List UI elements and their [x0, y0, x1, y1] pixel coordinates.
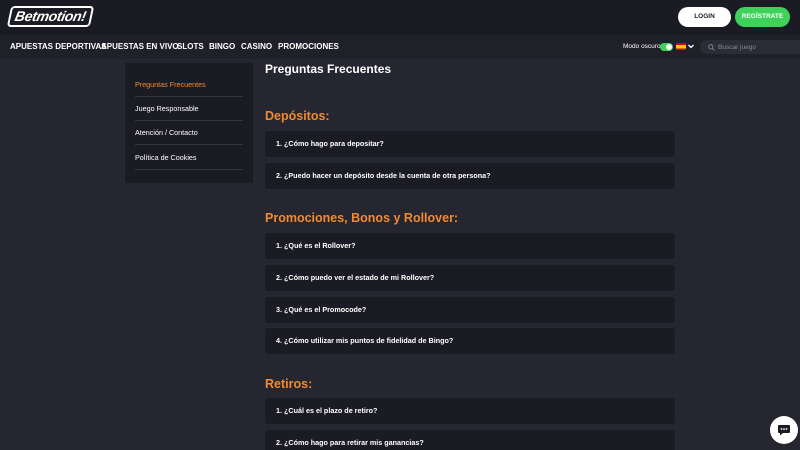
chat-icon	[778, 425, 790, 436]
faq-item[interactable]: 2. ¿Puedo hacer un depósito desde la cue…	[265, 163, 675, 189]
nav-item-promociones[interactable]: PROMOCIONES	[278, 35, 339, 59]
top-bar: Betmotion! LOGIN REGÍSTRATE	[0, 0, 800, 35]
section-title-depositos: Depósitos:	[265, 109, 330, 123]
faq-item[interactable]: 2. ¿Cómo hago para retirar mis ganancias…	[265, 430, 675, 450]
search-input[interactable]	[718, 40, 796, 54]
chat-button[interactable]	[770, 416, 798, 444]
faq-item[interactable]: 1. ¿Cuál es el plazo de retiro?	[265, 398, 675, 424]
dark-mode-toggle[interactable]	[660, 43, 673, 51]
faq-item[interactable]: 1. ¿Qué es el Rollover?	[265, 233, 675, 259]
nav-item-apuestas-deportivas[interactable]: APUESTAS DEPORTIVAS	[10, 35, 107, 59]
nav-item-casino[interactable]: CASINO	[241, 35, 272, 59]
login-button[interactable]: LOGIN	[678, 7, 731, 27]
sidebar-item-atencion-contacto[interactable]: Atención / Contacto	[135, 121, 243, 145]
betmotion-logo[interactable]: Betmotion!	[6, 6, 95, 27]
nav-item-slots[interactable]: SLOTS	[177, 35, 204, 59]
page-title: Preguntas Frecuentes	[265, 62, 392, 76]
main-nav: APUESTAS DEPORTIVAS APUESTAS EN VIVO SLO…	[0, 35, 800, 59]
faq-item[interactable]: 4. ¿Cómo utilizar mis puntos de fidelida…	[265, 328, 675, 354]
faq-item[interactable]: 1. ¿Cómo hago para depositar?	[265, 131, 675, 157]
sidebar-item-juego-responsable[interactable]: Juego Responsable	[135, 97, 243, 121]
section-title-promociones: Promociones, Bonos y Rollover:	[265, 211, 459, 225]
dark-mode-label: Modo oscuro	[623, 43, 661, 50]
faq-item[interactable]: 3. ¿Qué es el Promocode?	[265, 297, 675, 323]
chevron-down-icon[interactable]	[687, 41, 695, 51]
sidebar-item-preguntas-frecuentes[interactable]: Preguntas Frecuentes	[135, 73, 243, 97]
help-sidebar: Preguntas Frecuentes Juego Responsable A…	[125, 63, 253, 183]
search-icon	[708, 44, 715, 51]
toggle-knob	[666, 44, 672, 50]
nav-item-apuestas-en-vivo[interactable]: APUESTAS EN VIVO	[101, 35, 179, 59]
register-button[interactable]: REGÍSTRATE	[735, 7, 790, 27]
faq-item[interactable]: 2. ¿Cómo puedo ver el estado de mi Rollo…	[265, 265, 675, 291]
nav-item-bingo[interactable]: BINGO	[209, 35, 235, 59]
sidebar-item-politica-cookies[interactable]: Política de Cookies	[135, 146, 243, 170]
section-title-retiros: Retiros:	[265, 377, 313, 391]
spain-flag-icon[interactable]	[676, 43, 686, 50]
